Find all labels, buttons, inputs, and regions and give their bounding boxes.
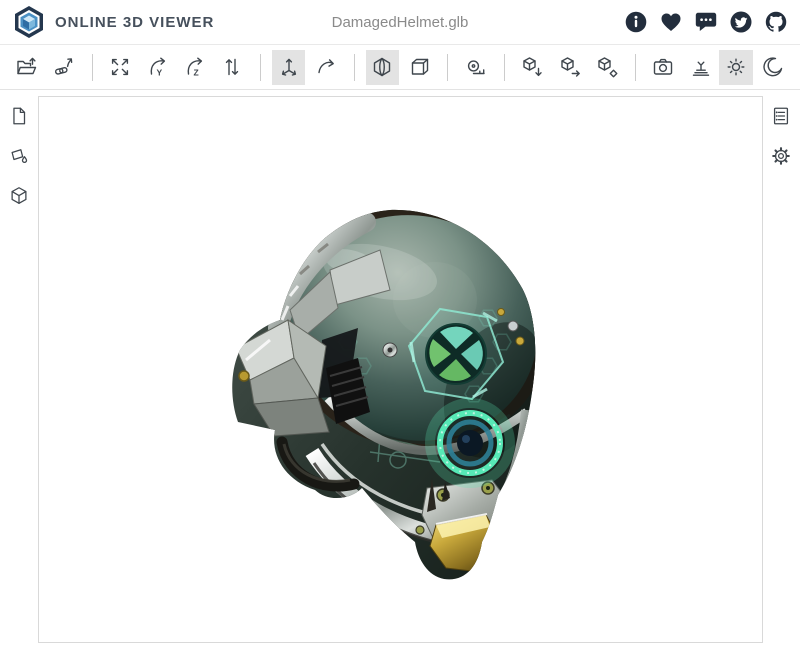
perspective-camera-button[interactable]	[366, 50, 399, 85]
embed-model-button[interactable]	[590, 50, 623, 85]
flip-up-vector-icon	[220, 55, 244, 79]
light-theme-icon	[724, 55, 748, 79]
meshes-icon	[8, 185, 30, 207]
print-icon	[689, 55, 713, 79]
dark-theme-icon	[761, 55, 785, 79]
heart-icon[interactable]	[659, 10, 683, 34]
open-url-icon	[52, 55, 76, 79]
toolbar-separator	[447, 54, 448, 81]
comment-icon[interactable]	[694, 10, 718, 34]
cube-logo-icon	[12, 5, 46, 39]
free-orbit-button[interactable]	[309, 50, 342, 85]
model-files-panel-button[interactable]	[7, 104, 31, 128]
light-theme-button[interactable]	[719, 50, 752, 85]
github-icon[interactable]	[764, 10, 788, 34]
set-z-up-button[interactable]: Z	[178, 50, 211, 85]
snapshot-icon	[651, 55, 675, 79]
snapshot-button[interactable]	[647, 50, 680, 85]
svg-text:Z: Z	[194, 68, 199, 78]
materials-icon	[8, 145, 30, 167]
toolbar-separator	[504, 54, 505, 81]
fixed-up-vector-button[interactable]	[272, 50, 305, 85]
fit-to-window-icon	[108, 55, 132, 79]
export-model-button[interactable]	[516, 50, 549, 85]
share-model-icon	[558, 55, 582, 79]
settings-gear-icon	[770, 145, 792, 167]
details-panel-button[interactable]	[769, 104, 793, 128]
toolbar-separator	[635, 54, 636, 81]
orthographic-camera-icon	[408, 55, 432, 79]
set-y-up-icon: Y	[146, 55, 170, 79]
dark-theme-button[interactable]	[757, 50, 790, 85]
orthographic-camera-button[interactable]	[403, 50, 436, 85]
viewer-canvas[interactable]	[38, 96, 763, 643]
embed-model-icon	[595, 55, 619, 79]
viewer-toolbar: Y Z	[0, 45, 800, 90]
export-model-icon	[520, 55, 544, 79]
flip-up-vector-button[interactable]	[216, 50, 249, 85]
svg-text:Y: Y	[156, 68, 162, 78]
open-url-button[interactable]	[47, 50, 80, 85]
fit-to-window-button[interactable]	[104, 50, 137, 85]
measure-icon	[464, 55, 488, 79]
twitter-icon[interactable]	[729, 10, 753, 34]
settings-panel-button[interactable]	[769, 144, 793, 168]
open-file-icon	[15, 55, 39, 79]
app-header: ONLINE 3D VIEWER DamagedHelmet.glb	[0, 0, 800, 45]
materials-panel-button[interactable]	[7, 144, 31, 168]
info-icon[interactable]	[624, 10, 648, 34]
set-y-up-button[interactable]: Y	[141, 50, 174, 85]
app-title: ONLINE 3D VIEWER	[55, 14, 214, 31]
right-panel	[762, 90, 800, 168]
free-orbit-icon	[314, 55, 338, 79]
set-z-up-icon: Z	[183, 55, 207, 79]
toolbar-separator	[260, 54, 261, 81]
left-panel	[0, 90, 38, 208]
fixed-up-vector-icon	[277, 55, 301, 79]
toolbar-separator	[354, 54, 355, 81]
perspective-camera-icon	[370, 55, 394, 79]
details-icon	[770, 105, 792, 127]
share-model-button[interactable]	[553, 50, 586, 85]
main-area	[0, 90, 800, 651]
open-file-button[interactable]	[10, 50, 43, 85]
header-social-links	[624, 10, 788, 34]
app-logo[interactable]: ONLINE 3D VIEWER	[12, 5, 214, 39]
model-files-icon	[8, 105, 30, 127]
toolbar-separator	[92, 54, 93, 81]
meshes-panel-button[interactable]	[7, 184, 31, 208]
print-button[interactable]	[684, 50, 717, 85]
measure-button[interactable]	[459, 50, 492, 85]
